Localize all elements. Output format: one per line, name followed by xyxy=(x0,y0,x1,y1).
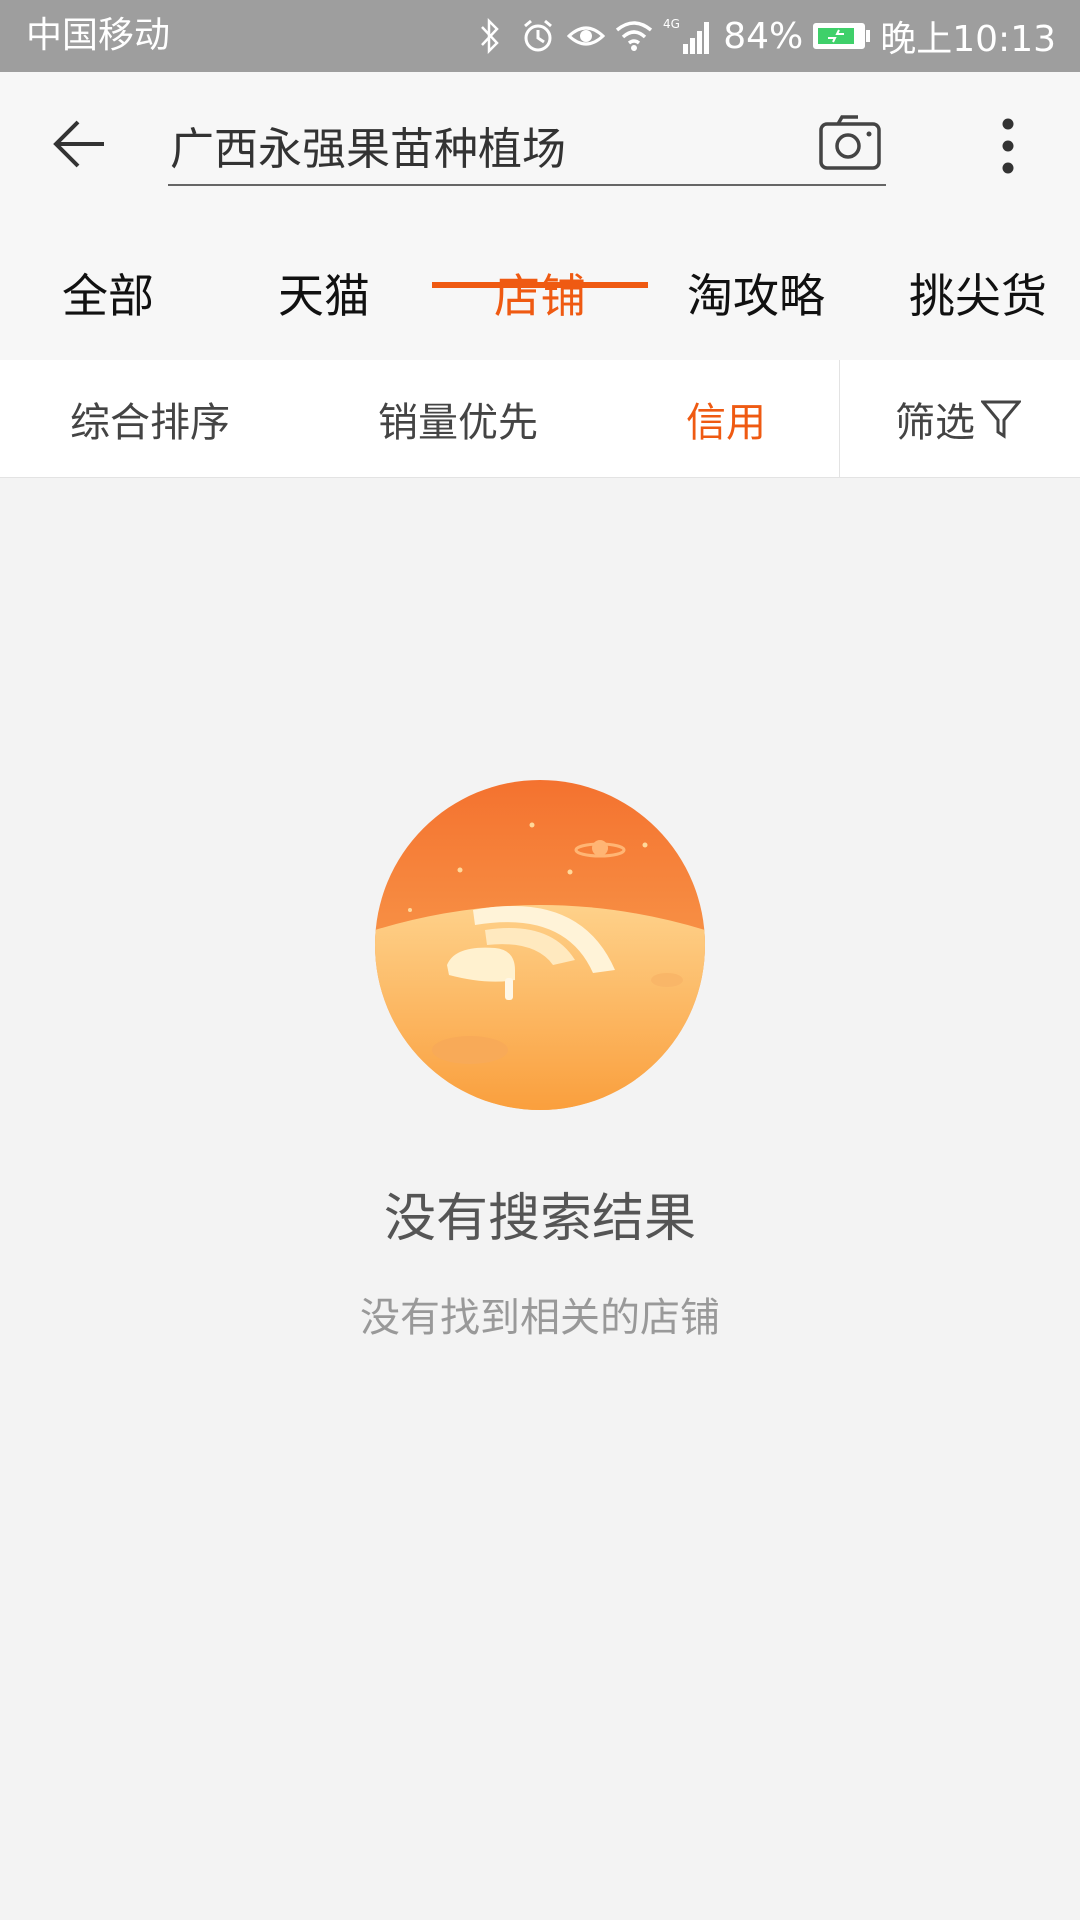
sort-bar: 综合排序 销量优先 信用 筛选 xyxy=(0,360,1080,478)
status-icons: 4G 84% 晚上10:13 xyxy=(471,12,1056,60)
category-tabs: 全部 天猫 店铺 淘攻略 挑尖货 xyxy=(0,252,1080,362)
carrier-name: 中国移动 xyxy=(26,15,171,56)
back-button[interactable] xyxy=(50,112,114,176)
filter-label: 筛选 xyxy=(895,400,975,446)
tab-guides[interactable]: 淘攻略 xyxy=(648,252,864,362)
battery-percent: 84% xyxy=(723,15,804,57)
empty-subtitle: 没有找到相关的店铺 xyxy=(360,1295,720,1341)
sort-divider xyxy=(839,360,840,478)
filter-button[interactable]: 筛选 xyxy=(895,360,1021,478)
camera-button[interactable] xyxy=(818,114,882,172)
tab-premium[interactable]: 挑尖货 xyxy=(864,252,1080,362)
sort-credit[interactable]: 信用 xyxy=(686,360,766,478)
eye-icon xyxy=(567,14,606,58)
filter-icon xyxy=(981,400,1021,439)
empty-illustration xyxy=(375,780,705,1110)
network-type: 4G xyxy=(663,17,680,31)
alarm-icon xyxy=(519,14,557,58)
camera-icon xyxy=(819,115,881,170)
sort-comprehensive[interactable]: 综合排序 xyxy=(70,360,230,478)
clock: 晚上10:13 xyxy=(880,19,1056,60)
tab-shops[interactable]: 店铺 xyxy=(432,252,648,362)
empty-title: 没有搜索结果 xyxy=(383,1189,696,1249)
signal-icon: 4G xyxy=(663,14,713,58)
search-header: 广西永强果苗种植场 全部 天猫 店铺 淘攻略 挑尖货 xyxy=(0,72,1080,362)
more-vertical-icon xyxy=(1002,118,1014,174)
tab-tmall[interactable]: 天猫 xyxy=(216,252,432,362)
arrow-left-icon xyxy=(53,120,104,168)
active-tab-indicator xyxy=(432,282,648,288)
wifi-icon xyxy=(615,14,653,58)
sort-sales[interactable]: 销量优先 xyxy=(378,360,538,478)
more-button[interactable] xyxy=(990,114,1026,178)
status-bar: 中国移动 4G 84% 晚上10:13 xyxy=(0,0,1080,72)
tab-all[interactable]: 全部 xyxy=(0,252,216,362)
battery-icon xyxy=(813,23,871,49)
search-query: 广西永强果苗种植场 xyxy=(170,124,566,175)
search-input[interactable]: 广西永强果苗种植场 xyxy=(168,114,886,186)
bluetooth-icon xyxy=(471,14,509,58)
